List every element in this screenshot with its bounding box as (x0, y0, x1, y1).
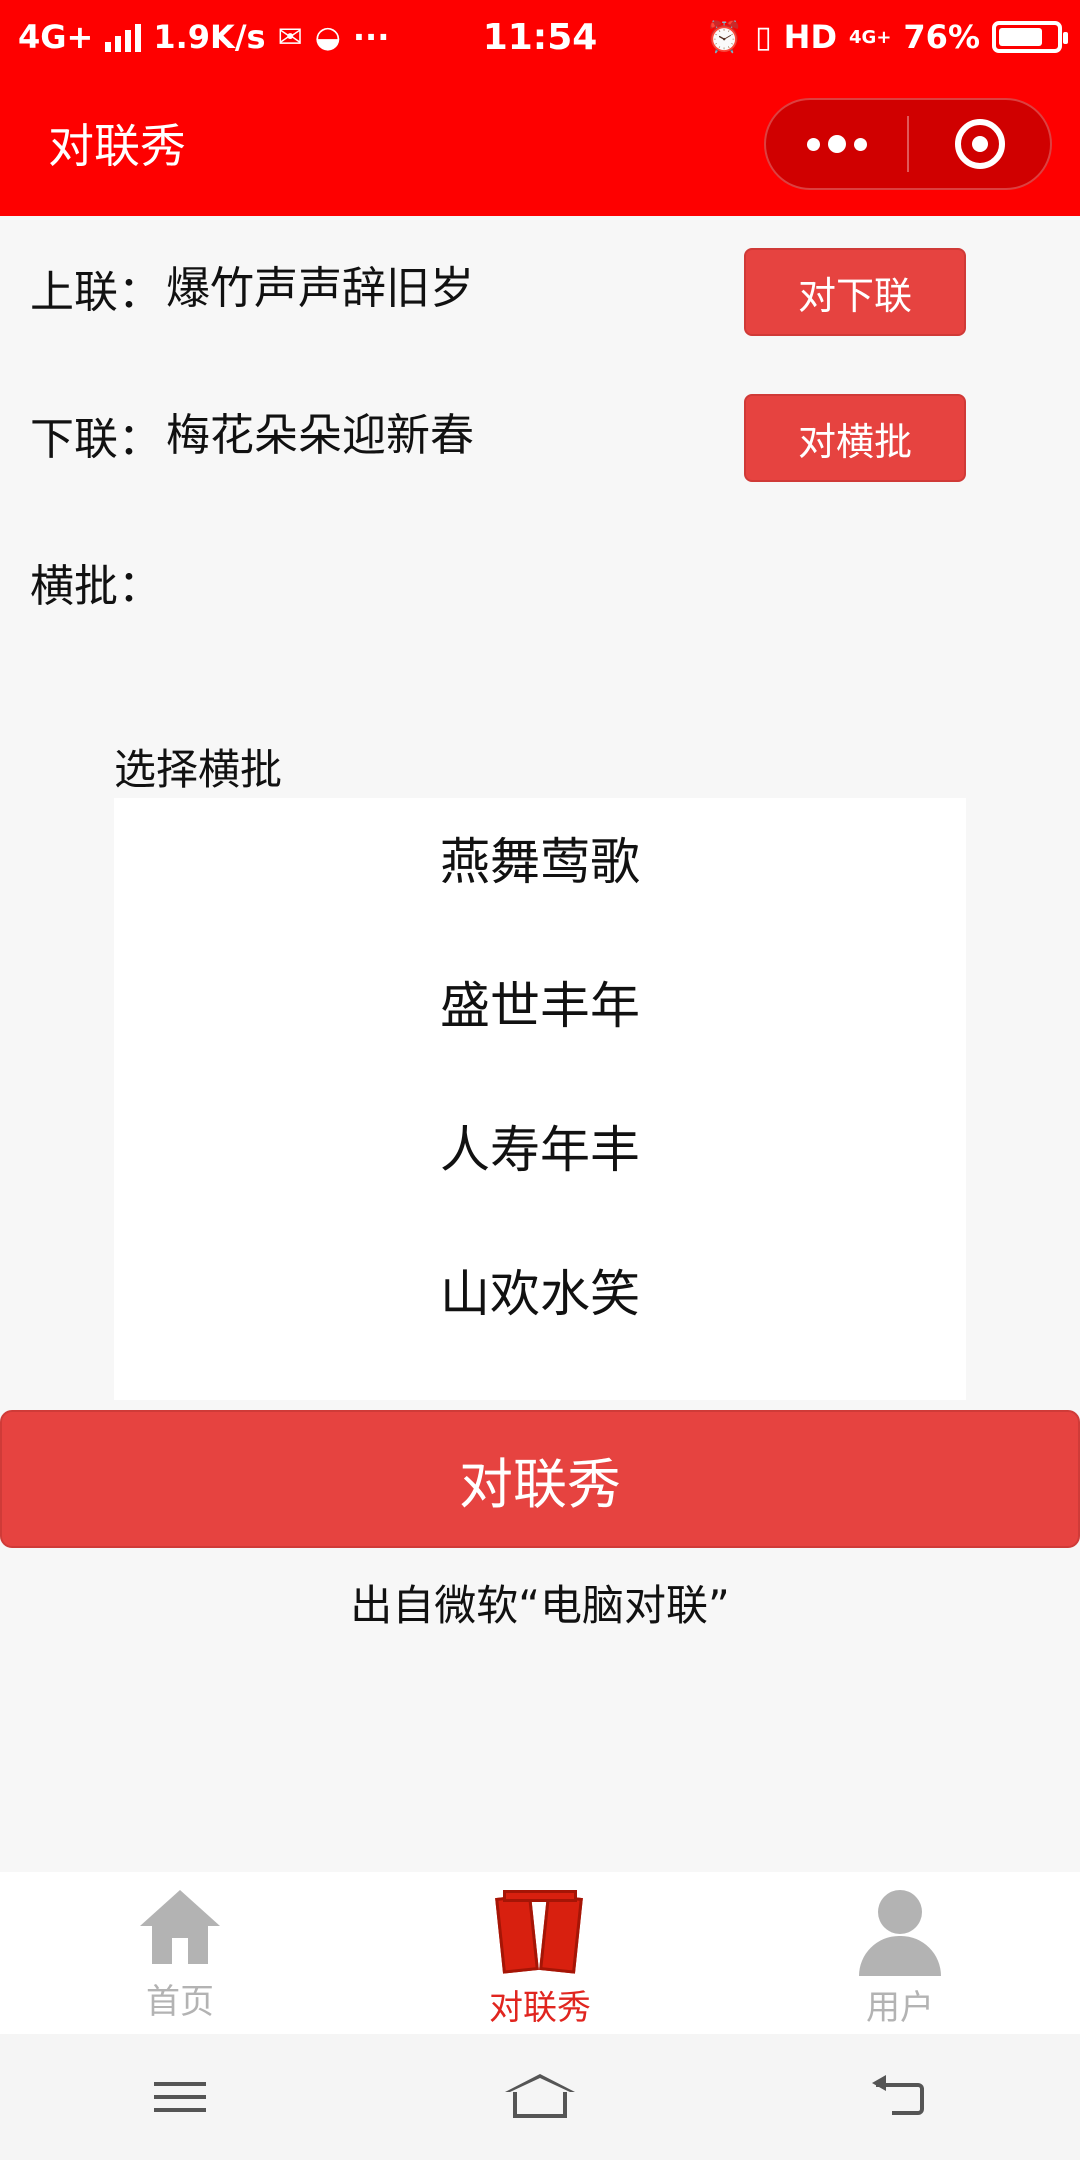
battery-percent: 76% (903, 18, 980, 56)
page-title: 对联秀 (48, 119, 186, 173)
banner-label: 横批： (30, 561, 162, 612)
picker-option[interactable]: 人寿年丰 (114, 1074, 966, 1218)
system-back-button[interactable] (860, 2067, 940, 2127)
menu-icon (154, 2073, 206, 2121)
close-miniprogram-button[interactable] (909, 119, 1050, 169)
tab-label: 对联秀 (489, 1988, 591, 2028)
system-home-button[interactable] (500, 2067, 580, 2127)
alarm-icon: ⏰ (705, 19, 744, 55)
couplet-icon (495, 1890, 585, 1976)
tab-home[interactable]: 首页 (0, 1872, 360, 2034)
tab-bar: 首页 对联秀 用户 (0, 1872, 1080, 2034)
recent-apps-button[interactable] (140, 2067, 220, 2127)
user-icon (857, 1890, 943, 1976)
network-type: 4G+ (18, 18, 94, 56)
network-type-2: 4G+ (849, 26, 892, 48)
picker-list: 燕舞莺歌 盛世丰年 人寿年丰 山欢水笑 (114, 798, 966, 1362)
navigation-bar: 对联秀 (0, 74, 1080, 216)
status-bar: 4G+ 1.9K/s ✉ ◒ ··· 11:54 ⏰ ▯ HD 4G+ 76% (0, 0, 1080, 74)
picker-title: 选择横批 (114, 745, 283, 794)
generate-banner-button[interactable]: 对横批 (744, 394, 966, 482)
more-notifications: ··· (352, 18, 390, 56)
picker-option[interactable]: 山欢水笑 (114, 1218, 966, 1362)
vibrate-icon: ▯ (755, 19, 772, 55)
more-menu-button[interactable] (766, 135, 907, 153)
status-left: 4G+ 1.9K/s ✉ ◒ ··· (18, 18, 389, 56)
show-couplet-button[interactable]: 对联秀 (0, 1410, 1080, 1548)
target-icon (954, 119, 1005, 169)
upper-couplet-label: 上联： (30, 267, 162, 318)
back-icon (872, 2075, 928, 2119)
tab-user[interactable]: 用户 (720, 1872, 1080, 2034)
tab-label: 首页 (146, 1982, 214, 2022)
banner-picker[interactable]: 燕舞莺歌 盛世丰年 人寿年丰 山欢水笑 (114, 798, 966, 1400)
planet-icon: ◒ (314, 19, 341, 55)
picker-option[interactable]: 盛世丰年 (114, 930, 966, 1074)
tab-couplet[interactable]: 对联秀 (360, 1872, 720, 2034)
app-screen: 4G+ 1.9K/s ✉ ◒ ··· 11:54 ⏰ ▯ HD 4G+ 76% … (0, 0, 1080, 2160)
source-note: 出自微软“电脑对联” (350, 1581, 730, 1630)
upper-couplet-text: 爆竹声声辞旧岁 (166, 263, 474, 314)
lower-couplet-text: 梅花朵朵迎新春 (166, 410, 474, 461)
generate-lower-button[interactable]: 对下联 (744, 248, 966, 336)
picker-option[interactable]: 燕舞莺歌 (114, 798, 966, 930)
home-icon (140, 1890, 220, 1970)
wechat-icon: ✉ (277, 19, 303, 55)
signal-icon (105, 22, 142, 52)
system-navigation-bar (0, 2034, 1080, 2160)
status-right: ⏰ ▯ HD 4G+ 76% (705, 18, 1068, 56)
hd-badge: HD (783, 18, 838, 56)
tab-label: 用户 (866, 1988, 934, 2028)
home-outline-icon (505, 2074, 575, 2120)
miniprogram-capsule (764, 98, 1052, 190)
network-speed: 1.9K/s (153, 18, 266, 56)
battery-icon (992, 21, 1068, 53)
lower-couplet-label: 下联： (30, 414, 162, 465)
